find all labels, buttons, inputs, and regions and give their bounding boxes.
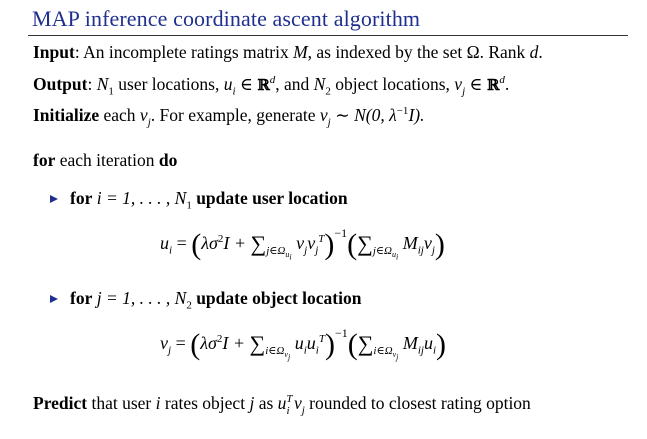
initialize-line: Initialize each vj. For example, generat… xyxy=(33,104,425,128)
right-paren-icon: ) xyxy=(434,228,445,261)
output-text-1: : xyxy=(87,74,97,94)
eq1-plus: I + xyxy=(223,233,251,253)
step2-action: update object location xyxy=(191,288,362,308)
left-paren-icon: ( xyxy=(347,328,358,361)
init-v: v xyxy=(139,105,148,125)
object-update-equation: vj = (λσ2I + ∑i∈Ωvj uiuiT)−1(∑i∈Ωvj Miju… xyxy=(160,326,446,361)
eq1-sum-index: j∈Ω xyxy=(266,244,286,257)
output-text-5: . xyxy=(504,74,510,94)
eq1-sum2-index-sub2: i xyxy=(396,252,399,262)
input-text-3: . xyxy=(538,42,543,62)
input-text: : An incomplete ratings matrix xyxy=(74,42,294,62)
eq1-sum-index-sub2: i xyxy=(289,252,292,262)
sum-icon: ∑ xyxy=(357,231,373,256)
do-keyword: do xyxy=(158,150,178,170)
object-update-step: for j = 1, . . . , N2 update object loca… xyxy=(50,287,362,311)
title-divider xyxy=(28,35,628,36)
output-text-3: , and xyxy=(275,74,314,94)
output-text-2: user locations, xyxy=(113,74,224,94)
step1-range: i = 1, . . . , N xyxy=(92,188,187,208)
predict-text-3: as xyxy=(254,393,278,413)
eq1-sum2-index: j∈Ω xyxy=(372,244,392,257)
left-paren-icon: ( xyxy=(347,228,358,261)
eq1-term3: M xyxy=(398,233,418,253)
init-text-2: . For example, generate xyxy=(150,105,320,125)
predict-text-4: rounded to closest rating option xyxy=(304,393,531,413)
init-text-1: each xyxy=(99,105,140,125)
for-keyword: for xyxy=(33,150,56,170)
init-dist-v: v xyxy=(319,105,328,125)
input-label: Input xyxy=(33,42,75,62)
output-line: Output: N1 user locations, ui ∈ ℝd, and … xyxy=(33,73,510,97)
u-var: u xyxy=(223,74,233,94)
step1-action: update user location xyxy=(191,188,348,208)
matrix-var: M xyxy=(293,42,308,62)
loop-line: for each iteration do xyxy=(33,149,177,171)
algorithm-slide: MAP inference coordinate ascent algorith… xyxy=(0,0,647,439)
user-update-step: for i = 1, . . . , N1 update user locati… xyxy=(50,187,348,211)
init-dist-rest: ∼ N(0, λ xyxy=(330,105,397,125)
input-line: Input: An incomplete ratings matrix M, a… xyxy=(33,41,543,63)
eq2-term2-sub: i xyxy=(315,344,319,357)
eq2-plus: I + xyxy=(222,333,250,353)
eq1-equals: = xyxy=(172,233,192,253)
init-dist-end: I). xyxy=(408,105,425,125)
initialize-label: Initialize xyxy=(33,105,100,125)
eq1-term: v xyxy=(291,233,305,253)
sum-icon: ∑ xyxy=(249,331,266,356)
predict-label: Predict xyxy=(33,393,88,413)
eq2-term3: M xyxy=(398,333,418,353)
right-paren-icon: ) xyxy=(324,328,335,361)
eq2-sum2-index: i∈Ω xyxy=(373,344,393,357)
eq2-lambda-sigma: λσ xyxy=(200,333,217,353)
left-paren-icon: ( xyxy=(190,328,201,361)
left-paren-icon: ( xyxy=(191,228,202,261)
step2-range: j = 1, . . . , N xyxy=(92,288,187,308)
eq2-term4: u xyxy=(423,333,433,353)
eq2-lhs: v xyxy=(160,333,168,353)
slide-title: MAP inference coordinate ascent algorith… xyxy=(32,6,421,31)
n1-var: N xyxy=(96,74,109,94)
eq2-term: u xyxy=(290,333,304,353)
predict-line: Predict that user i rates object j as uT… xyxy=(33,392,531,416)
predict-v: v xyxy=(289,393,302,413)
eq1-term4: v xyxy=(423,233,432,253)
right-paren-icon: ) xyxy=(324,228,335,261)
eq1-inverse: −1 xyxy=(334,226,348,240)
input-text-2: , as indexed by the set Ω. Rank xyxy=(307,42,530,62)
eq1-term2: v xyxy=(307,233,316,253)
predict-text-2: rates object xyxy=(160,393,250,413)
eq1-lambda-sigma: λσ xyxy=(201,233,218,253)
loop-text: each iteration xyxy=(55,150,159,170)
output-text-4: object locations, xyxy=(330,74,455,94)
triangle-bullet-icon xyxy=(50,195,58,203)
reals-symbol-2: ℝ xyxy=(486,76,500,94)
triangle-bullet-icon xyxy=(50,295,58,303)
sum-icon: ∑ xyxy=(250,231,267,256)
in-symbol: ∈ xyxy=(235,74,258,94)
step2-for: for xyxy=(70,288,93,308)
user-update-equation: ui = (λσ2I + ∑j∈Ωui vjvjT)−1(∑j∈Ωui Mijv… xyxy=(160,226,445,261)
predict-text-1: that user xyxy=(87,393,156,413)
n2-var: N xyxy=(313,74,326,94)
output-label: Output xyxy=(33,74,88,94)
v-var: v xyxy=(454,74,463,94)
eq2-sum-index: i∈Ω xyxy=(265,344,285,357)
lambda-sup: −1 xyxy=(396,105,409,118)
eq2-equals: = xyxy=(171,333,191,353)
eq2-sum2-index-sub2: j xyxy=(396,352,399,362)
eq2-sum-index-sub2: j xyxy=(287,352,291,362)
right-paren-icon: ) xyxy=(436,328,447,361)
eq1-lhs: u xyxy=(160,233,169,253)
eq2-inverse: −1 xyxy=(334,326,348,340)
in-symbol-2: ∈ xyxy=(465,74,487,94)
eq2-term2: u xyxy=(306,333,316,353)
step1-for: for xyxy=(70,188,93,208)
reals-symbol: ℝ xyxy=(257,76,270,94)
eq1-term2-sub: j xyxy=(315,244,319,257)
sum-icon: ∑ xyxy=(357,331,374,356)
